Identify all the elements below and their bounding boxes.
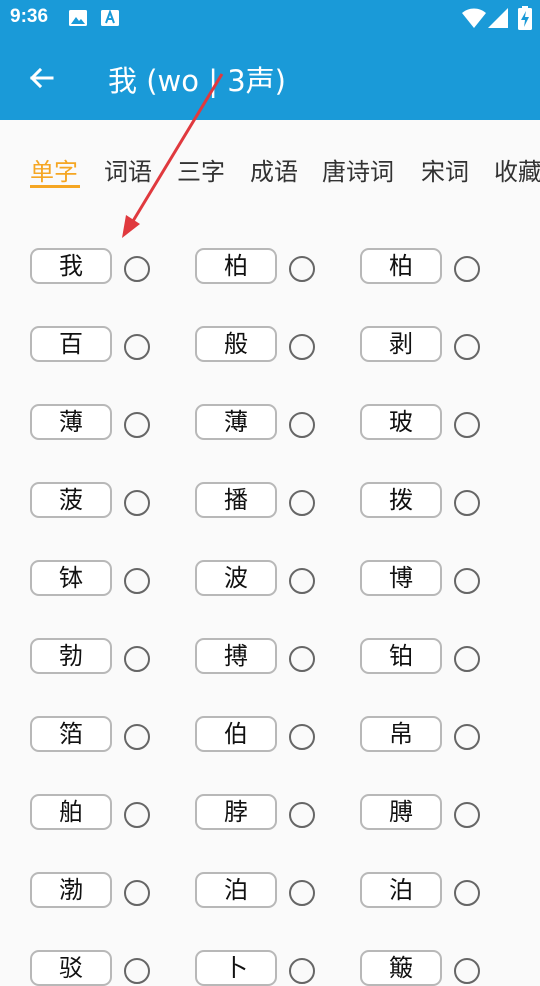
character-cell[interactable]: 我 xyxy=(30,248,112,284)
font-icon xyxy=(101,9,119,26)
select-radio[interactable] xyxy=(454,568,480,594)
back-button[interactable] xyxy=(24,60,60,96)
tab-single-char[interactable]: 单字 xyxy=(30,152,78,187)
select-radio[interactable] xyxy=(454,646,480,672)
select-radio[interactable] xyxy=(454,256,480,282)
character-cell[interactable]: 伯 xyxy=(195,716,277,752)
tab-words[interactable]: 词语 xyxy=(104,152,152,187)
character-cell[interactable]: 泊 xyxy=(360,872,442,908)
back-arrow-icon xyxy=(29,67,54,89)
character-cell[interactable]: 搏 xyxy=(195,638,277,674)
select-radio[interactable] xyxy=(124,412,150,438)
character-cell[interactable]: 拨 xyxy=(360,482,442,518)
character-cell[interactable]: 簸 xyxy=(360,950,442,986)
signal-icon xyxy=(488,8,508,28)
select-radio[interactable] xyxy=(454,334,480,360)
select-radio[interactable] xyxy=(124,646,150,672)
character-cell[interactable]: 帛 xyxy=(360,716,442,752)
character-cell[interactable]: 渤 xyxy=(30,872,112,908)
active-tab-indicator xyxy=(30,185,80,188)
image-icon xyxy=(69,10,87,26)
select-radio[interactable] xyxy=(454,958,480,984)
character-cell[interactable]: 般 xyxy=(195,326,277,362)
battery-charging-icon xyxy=(518,6,532,30)
select-radio[interactable] xyxy=(289,880,315,906)
character-cell[interactable]: 薄 xyxy=(30,404,112,440)
character-cell[interactable]: 玻 xyxy=(360,404,442,440)
select-radio[interactable] xyxy=(289,412,315,438)
character-cell[interactable]: 箔 xyxy=(30,716,112,752)
select-radio[interactable] xyxy=(454,412,480,438)
character-cell[interactable]: 膊 xyxy=(360,794,442,830)
character-cell[interactable]: 脖 xyxy=(195,794,277,830)
select-radio[interactable] xyxy=(289,958,315,984)
select-radio[interactable] xyxy=(454,724,480,750)
select-radio[interactable] xyxy=(454,880,480,906)
select-radio[interactable] xyxy=(289,490,315,516)
tab-favorites[interactable]: 收藏 xyxy=(494,152,540,187)
select-radio[interactable] xyxy=(289,568,315,594)
select-radio[interactable] xyxy=(454,802,480,828)
tab-tang-poems[interactable]: 唐诗词 xyxy=(322,152,394,187)
status-time: 9:36 xyxy=(10,6,49,27)
select-radio[interactable] xyxy=(124,802,150,828)
character-cell[interactable]: 泊 xyxy=(195,872,277,908)
app-bar: 我 (wo | 3声) xyxy=(0,36,540,120)
character-cell[interactable]: 舶 xyxy=(30,794,112,830)
select-radio[interactable] xyxy=(289,802,315,828)
character-cell[interactable]: 卜 xyxy=(195,950,277,986)
select-radio[interactable] xyxy=(124,490,150,516)
select-radio[interactable] xyxy=(124,568,150,594)
select-radio[interactable] xyxy=(124,880,150,906)
character-cell[interactable]: 剥 xyxy=(360,326,442,362)
character-cell[interactable]: 百 xyxy=(30,326,112,362)
select-radio[interactable] xyxy=(124,724,150,750)
tab-three-chars[interactable]: 三字 xyxy=(177,152,225,187)
character-cell[interactable]: 薄 xyxy=(195,404,277,440)
character-cell[interactable]: 柏 xyxy=(360,248,442,284)
tab-song-poems[interactable]: 宋词 xyxy=(421,152,469,187)
select-radio[interactable] xyxy=(124,334,150,360)
page-title: 我 (wo | 3声) xyxy=(108,64,286,98)
character-cell[interactable]: 播 xyxy=(195,482,277,518)
character-cell[interactable]: 钵 xyxy=(30,560,112,596)
select-radio[interactable] xyxy=(289,256,315,282)
character-cell[interactable]: 柏 xyxy=(195,248,277,284)
character-cell[interactable]: 菠 xyxy=(30,482,112,518)
character-cell[interactable]: 波 xyxy=(195,560,277,596)
tab-idioms[interactable]: 成语 xyxy=(250,152,298,187)
character-cell[interactable]: 博 xyxy=(360,560,442,596)
select-radio[interactable] xyxy=(124,958,150,984)
select-radio[interactable] xyxy=(124,256,150,282)
select-radio[interactable] xyxy=(289,646,315,672)
select-radio[interactable] xyxy=(454,490,480,516)
character-cell[interactable]: 勃 xyxy=(30,638,112,674)
wifi-icon xyxy=(462,8,486,28)
status-bar: 9:36 xyxy=(0,0,540,36)
character-cell[interactable]: 铂 xyxy=(360,638,442,674)
tab-bar: 单字 词语 三字 成语 唐诗词 宋词 收藏 xyxy=(0,120,540,212)
select-radio[interactable] xyxy=(289,334,315,360)
select-radio[interactable] xyxy=(289,724,315,750)
character-cell[interactable]: 驳 xyxy=(30,950,112,986)
